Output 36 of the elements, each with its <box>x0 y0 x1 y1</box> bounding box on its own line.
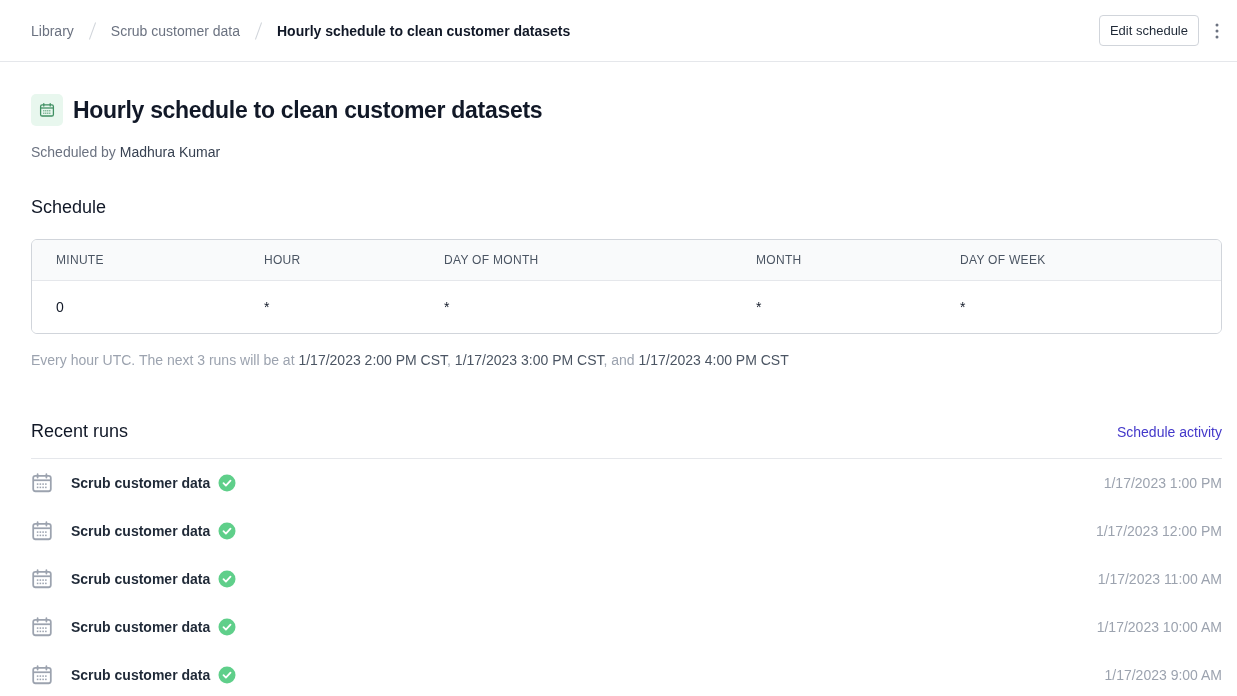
table-cell-text: 0 <box>56 299 65 315</box>
schedule-note: Every hour UTC. The next 3 runs will be at 1/17/2023 2:00 PM CST, 1/17/2023 3:00 PM CST, and 1/17/2023 4:00 PM CST <box>31 352 790 368</box>
breadcrumb-link[interactable]: Scrub customer data <box>110 22 240 39</box>
table-cell-text: * <box>444 299 451 315</box>
column-header: DAY OF WEEK <box>960 253 1047 267</box>
run-name[interactable]: Scrub customer data <box>71 523 211 539</box>
run-name[interactable]: Scrub customer data <box>71 475 211 491</box>
table-cell-text: * <box>756 299 763 315</box>
calendar-icon <box>31 472 53 494</box>
calendar-icon <box>31 568 53 590</box>
breadcrumb-link[interactable]: Library <box>31 22 74 39</box>
page-title: Hourly schedule to clean customer datasets <box>73 96 543 124</box>
calendar-icon <box>31 616 53 638</box>
schedule-activity-link[interactable]: Schedule activity <box>1116 423 1222 440</box>
breadcrumb-link[interactable]: Hourly schedule to clean customer datasets <box>276 22 571 39</box>
column-header: MONTH <box>756 253 803 267</box>
calendar-icon <box>39 102 55 118</box>
edit-schedule-button[interactable]: Edit schedule <box>1098 15 1199 46</box>
section-heading: Schedule <box>31 197 108 218</box>
table-cell-text: * <box>264 299 271 315</box>
column-header: DAY OF MONTH <box>444 253 540 267</box>
run-time: 1/17/2023 12:00 PM <box>1095 523 1222 539</box>
run-time: 1/17/2023 1:00 PM <box>1103 475 1222 491</box>
run-time: 1/17/2023 11:00 AM <box>1097 571 1222 587</box>
calendar-icon <box>31 520 53 542</box>
column-header: HOUR <box>264 253 302 267</box>
table-cell-text: * <box>960 299 967 315</box>
scheduled-by-text: Scheduled by Madhura Kumar <box>31 144 222 160</box>
run-name[interactable]: Scrub customer data <box>71 571 211 587</box>
column-header: MINUTE <box>56 253 105 267</box>
run-name[interactable]: Scrub customer data <box>71 667 211 683</box>
run-time: 1/17/2023 10:00 AM <box>1096 619 1222 635</box>
run-time: 1/17/2023 9:00 AM <box>1104 667 1222 683</box>
section-heading: Recent runs <box>31 421 129 442</box>
run-name[interactable]: Scrub customer data <box>71 619 211 635</box>
calendar-icon <box>31 664 53 686</box>
